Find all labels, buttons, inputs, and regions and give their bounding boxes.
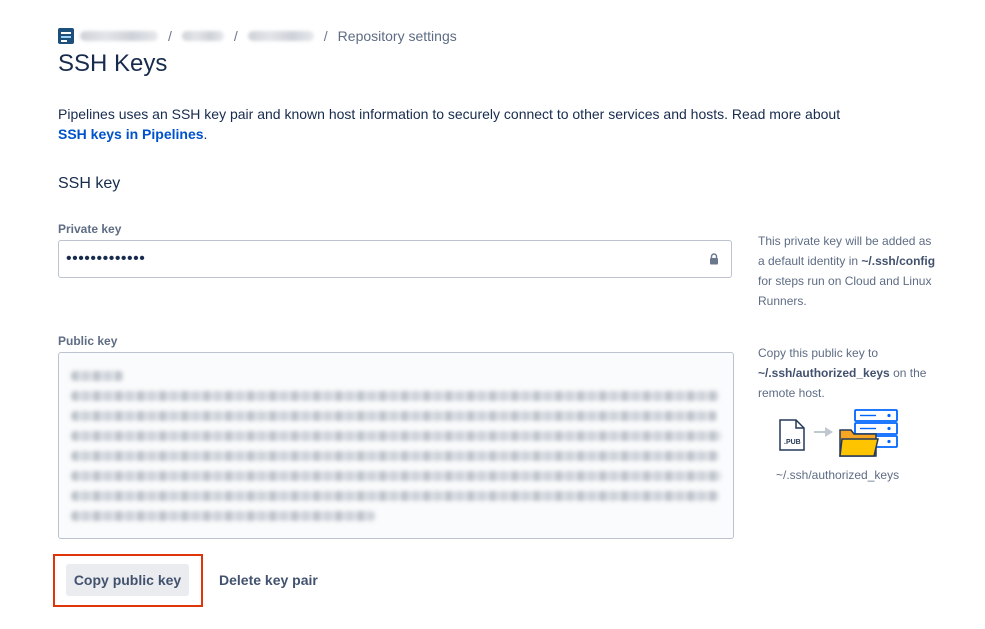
- folder-icon: [839, 429, 879, 457]
- public-key-label: Public key: [58, 334, 118, 348]
- intro-text: Pipelines uses an SSH key pair and known…: [58, 104, 848, 144]
- public-key-line: [71, 471, 721, 481]
- breadcrumb-project[interactable]: [181, 31, 224, 41]
- breadcrumb-workspace[interactable]: [80, 31, 158, 41]
- public-key-line: [71, 411, 717, 421]
- public-key-line: [71, 451, 719, 461]
- public-key-line: [71, 371, 123, 381]
- pub-file-icon: .PUB: [779, 419, 805, 451]
- breadcrumb-separator: /: [323, 28, 328, 44]
- private-key-field[interactable]: •••••••••••••: [58, 240, 732, 278]
- breadcrumb-repository[interactable]: [247, 31, 314, 41]
- delete-key-pair-button[interactable]: Delete key pair: [205, 564, 332, 596]
- breadcrumb-current[interactable]: Repository settings: [338, 28, 457, 44]
- private-key-label: Private key: [58, 222, 122, 236]
- workspace-icon[interactable]: [58, 28, 74, 44]
- copy-public-key-button[interactable]: Copy public key: [66, 564, 189, 596]
- public-key-line: [71, 431, 721, 441]
- page-title: SSH Keys: [58, 50, 168, 77]
- private-key-note: This private key will be added as a defa…: [758, 231, 938, 311]
- public-key-note-path: ~/.ssh/authorized_keys: [758, 366, 890, 380]
- ssh-keys-docs-link[interactable]: SSH keys in Pipelines: [58, 126, 204, 142]
- public-key-field[interactable]: [58, 352, 734, 539]
- private-key-note-path: ~/.ssh/config: [861, 254, 936, 268]
- public-key-line: [71, 391, 719, 401]
- intro-body: Pipelines uses an SSH key pair and known…: [58, 106, 841, 122]
- public-key-note: Copy this public key to ~/.ssh/authorize…: [758, 343, 938, 403]
- intro-suffix: .: [203, 126, 208, 142]
- lock-icon: [710, 253, 718, 265]
- breadcrumb: / / / Repository settings: [58, 27, 457, 45]
- public-key-line: [71, 511, 375, 521]
- public-key-line: [71, 491, 719, 501]
- illustration-caption: ~/.ssh/authorized_keys: [776, 468, 900, 482]
- arrow-right-icon: [814, 427, 833, 437]
- breadcrumb-separator: /: [233, 28, 238, 44]
- section-title: SSH key: [58, 175, 121, 192]
- pub-file-badge: .PUB: [784, 439, 801, 446]
- private-key-note-suffix: for steps run on Cloud and Linux Runners…: [758, 274, 932, 308]
- authorized-keys-illustration: .PUB: [779, 409, 898, 457]
- private-key-value: •••••••••••••: [66, 250, 146, 267]
- public-key-note-prefix: Copy this public key to: [758, 346, 879, 360]
- breadcrumb-separator: /: [168, 28, 172, 44]
